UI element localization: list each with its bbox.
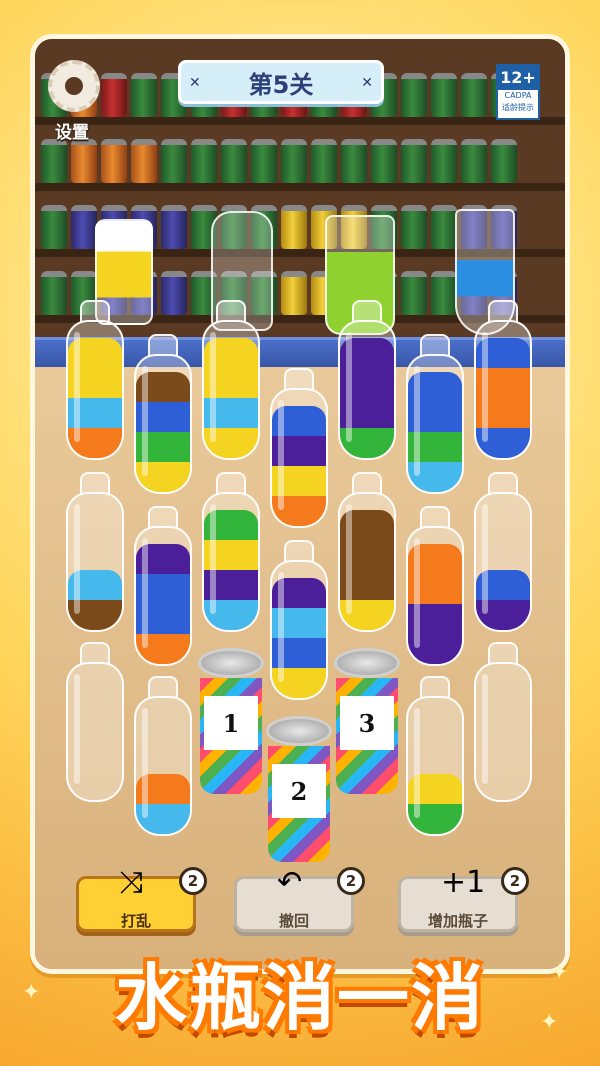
- locked-bottle[interactable]: 3: [334, 648, 400, 798]
- bottle[interactable]: [474, 300, 532, 460]
- locked-bottle[interactable]: 1: [198, 648, 264, 798]
- bottle[interactable]: [338, 472, 396, 632]
- settings-button[interactable]: 设置: [40, 60, 104, 160]
- settings-label: 设置: [55, 123, 89, 143]
- age-rating-tip: 适龄提示: [502, 103, 534, 112]
- bottle[interactable]: [270, 368, 328, 528]
- bottle[interactable]: [474, 642, 532, 802]
- bottle[interactable]: [66, 642, 124, 802]
- undo-count: 2: [337, 867, 365, 895]
- bottle-number-label: 3: [340, 696, 394, 750]
- add-bottle-label: 增加瓶子: [427, 912, 488, 930]
- shuffle-count: 2: [179, 867, 207, 895]
- bottle[interactable]: [202, 472, 260, 632]
- sparkle-icon: ✦: [550, 960, 569, 985]
- close-icon: ✕: [189, 75, 201, 91]
- level-title: 第5关: [248, 70, 314, 99]
- age-rating-org: CADPA: [504, 91, 532, 100]
- bottle[interactable]: [406, 506, 464, 666]
- shuffle-label: 打乱: [120, 912, 151, 930]
- add-bottle-count: 2: [501, 867, 529, 895]
- bottle[interactable]: [474, 472, 532, 632]
- add-bottle-icon: +1: [441, 865, 486, 900]
- bottle[interactable]: [406, 334, 464, 494]
- locked-bottle[interactable]: 2: [266, 716, 332, 866]
- bottle[interactable]: [134, 334, 192, 494]
- bottle-number-label: 2: [272, 764, 326, 818]
- bottle[interactable]: [270, 540, 328, 700]
- bottle[interactable]: [134, 676, 192, 836]
- game-title: 水瓶消一消: [114, 956, 485, 1040]
- bottle[interactable]: [406, 676, 464, 836]
- sparkle-icon: ✦: [22, 980, 41, 1005]
- bottle[interactable]: [338, 300, 396, 460]
- shelf-row: [35, 125, 565, 183]
- close-icon: ✕: [361, 75, 373, 91]
- shuffle-button[interactable]: ⤨ 2 打乱: [76, 865, 207, 932]
- undo-icon: ↶: [277, 865, 303, 900]
- gear-icon: [48, 60, 100, 112]
- age-rating-number: 12+: [498, 66, 538, 90]
- bottle[interactable]: [202, 300, 260, 460]
- add-bottle-button[interactable]: +1 2 增加瓶子: [398, 865, 529, 932]
- bottle[interactable]: [134, 506, 192, 666]
- shuffle-icon: ⤨: [119, 865, 143, 900]
- bottle[interactable]: [66, 472, 124, 632]
- age-rating-badge: 12+ CADPA 适龄提示: [496, 64, 540, 120]
- level-banner: ✕ 第5关 ✕: [178, 60, 384, 104]
- sparkle-icon: ✦: [540, 1010, 559, 1035]
- undo-button[interactable]: ↶ 2 撤回: [234, 865, 365, 932]
- undo-label: 撤回: [278, 912, 309, 930]
- bottle-number-label: 1: [204, 696, 258, 750]
- bottle[interactable]: [66, 300, 124, 460]
